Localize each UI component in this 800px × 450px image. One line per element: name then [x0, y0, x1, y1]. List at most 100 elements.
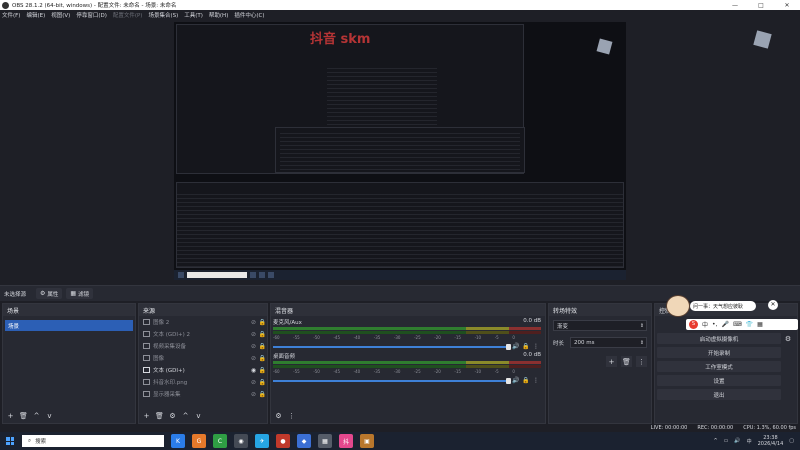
- menu-item[interactable]: 工具(T): [184, 11, 203, 19]
- source-item[interactable]: 文本 (GDI+) 2 ⊘ 🔒: [139, 328, 267, 340]
- lock-icon[interactable]: 🔒: [521, 343, 531, 350]
- preview-canvas[interactable]: 抖音 skm: [174, 22, 626, 280]
- transition-select[interactable]: 渐变 ⇕: [553, 320, 647, 331]
- source-item[interactable]: 图像 2 ⊘ 🔒: [139, 316, 267, 328]
- transition-properties-button[interactable]: ⋮: [636, 356, 647, 367]
- eye-off-icon[interactable]: ⊘: [249, 355, 258, 362]
- eye-off-icon[interactable]: ⊘: [249, 379, 258, 386]
- eye-icon[interactable]: ◉: [249, 367, 258, 374]
- volume-slider-handle[interactable]: [506, 343, 511, 350]
- source-properties-button[interactable]: ⚙: [167, 411, 178, 422]
- taskbar-clock[interactable]: 23:38 2026/4/14: [758, 435, 784, 447]
- close-icon[interactable]: ✕: [768, 300, 778, 310]
- taskbar-search-input[interactable]: ⌕ 搜索: [22, 435, 164, 447]
- taskbar-app-icon[interactable]: G: [192, 434, 206, 448]
- lock-icon[interactable]: 🔒: [521, 377, 531, 384]
- source-label: 图像 2: [153, 320, 170, 326]
- add-source-button[interactable]: +: [141, 411, 152, 422]
- eye-off-icon[interactable]: ⊘: [249, 331, 258, 338]
- taskbar-app-icon[interactable]: 抖: [339, 434, 353, 448]
- move-scene-down-button[interactable]: v: [44, 411, 55, 422]
- source-item[interactable]: 视频采集设备 ⊘ 🔒: [139, 340, 267, 352]
- taskbar-app-icon[interactable]: ✈: [255, 434, 269, 448]
- volume-icon[interactable]: 🔊: [734, 438, 740, 444]
- close-button[interactable]: ✕: [774, 2, 800, 9]
- add-transition-button[interactable]: +: [606, 356, 617, 367]
- menu-item[interactable]: 视图(V): [51, 11, 70, 19]
- remove-source-button[interactable]: 🗑: [154, 411, 165, 422]
- move-source-up-button[interactable]: ^: [180, 411, 191, 422]
- menu-item[interactable]: 配置文件(P): [113, 11, 143, 19]
- menu-item[interactable]: 停靠窗口(D): [76, 11, 107, 19]
- menu-item[interactable]: 插件中心(C): [234, 11, 264, 19]
- channel-menu-icon[interactable]: ⋮: [531, 377, 541, 384]
- advanced-audio-settings-icon[interactable]: ⚙: [273, 411, 284, 422]
- grid-menu-icon[interactable]: ▦: [757, 321, 763, 328]
- skin-icon[interactable]: 👕: [746, 321, 753, 328]
- menu-item[interactable]: 编辑(E): [26, 11, 45, 19]
- volume-slider[interactable]: [273, 343, 511, 350]
- notification-icon[interactable]: ▢: [789, 438, 794, 444]
- taskbar-app-icon[interactable]: C: [213, 434, 227, 448]
- lock-icon[interactable]: 🔒: [258, 331, 267, 338]
- taskbar-app-icon[interactable]: ▣: [360, 434, 374, 448]
- scene-item[interactable]: 场景: [5, 320, 133, 331]
- mixer-menu-icon[interactable]: ⋮: [286, 411, 297, 422]
- exit-button[interactable]: 退出: [657, 389, 781, 400]
- filters-button[interactable]: ▦ 滤镜: [66, 288, 94, 299]
- spinner-arrows-icon[interactable]: ⇕: [638, 340, 646, 346]
- lock-icon[interactable]: 🔒: [258, 319, 267, 326]
- lock-icon[interactable]: 🔒: [258, 355, 267, 362]
- speaker-icon[interactable]: 🔊: [511, 343, 521, 350]
- eye-off-icon[interactable]: ⊘: [249, 343, 258, 350]
- taskbar-app-icon[interactable]: ●: [276, 434, 290, 448]
- ime-chinese-mode-icon[interactable]: 中: [702, 320, 708, 329]
- lock-icon[interactable]: 🔒: [258, 367, 267, 374]
- microphone-icon[interactable]: 🎤: [721, 321, 728, 328]
- add-scene-button[interactable]: +: [5, 411, 16, 422]
- remove-scene-button[interactable]: 🗑: [18, 411, 29, 422]
- chevron-up-icon[interactable]: ^: [713, 438, 717, 444]
- search-placeholder: 搜索: [35, 439, 47, 445]
- menu-item[interactable]: 文件(F): [2, 11, 20, 19]
- network-icon[interactable]: ▭: [724, 438, 729, 444]
- move-scene-up-button[interactable]: ^: [31, 411, 42, 422]
- volume-slider[interactable]: [273, 377, 511, 384]
- move-source-down-button[interactable]: v: [193, 411, 204, 422]
- menu-item[interactable]: 帮助(H): [209, 11, 228, 19]
- lock-icon[interactable]: 🔒: [258, 343, 267, 350]
- source-item[interactable]: 抖音水印.png ⊘ 🔒: [139, 376, 267, 388]
- eye-off-icon[interactable]: ⊘: [249, 391, 258, 398]
- properties-button[interactable]: ⚙ 属性: [36, 288, 63, 299]
- keyboard-icon[interactable]: ⌨: [733, 321, 742, 328]
- source-item[interactable]: 图像 ⊘ 🔒: [139, 352, 267, 364]
- start-button[interactable]: [0, 432, 20, 450]
- studio-mode-button[interactable]: 工作室模式: [657, 361, 781, 372]
- taskbar-app-icon[interactable]: ▦: [318, 434, 332, 448]
- duration-input[interactable]: 200 ms ⇕: [570, 337, 647, 348]
- minimize-button[interactable]: —: [722, 2, 748, 9]
- channel-menu-icon[interactable]: ⋮: [531, 343, 541, 350]
- taskbar-app-icon[interactable]: ◆: [297, 434, 311, 448]
- lock-icon[interactable]: 🔒: [258, 379, 267, 386]
- taskbar-app-icon[interactable]: K: [171, 434, 185, 448]
- gear-icon[interactable]: ⚙: [783, 335, 793, 343]
- eye-off-icon[interactable]: ⊘: [249, 319, 258, 326]
- meter-tick-label: -25: [414, 369, 421, 374]
- ime-punctuation-icon[interactable]: •,: [712, 321, 717, 328]
- meter-tick-label: -45: [333, 335, 341, 340]
- source-label: 图像: [153, 356, 165, 362]
- lock-icon[interactable]: 🔒: [258, 391, 267, 398]
- start-recording-button[interactable]: 开始录制: [657, 347, 781, 358]
- settings-button[interactable]: 设置: [657, 375, 781, 386]
- menu-item[interactable]: 场景集合(S): [148, 11, 178, 19]
- ime-indicator-icon[interactable]: 中: [747, 438, 752, 445]
- source-item[interactable]: 文本 (GDI+) ◉ 🔒: [139, 364, 267, 376]
- source-item[interactable]: 显示器采集 ⊘ 🔒: [139, 388, 267, 400]
- taskbar-app-icon[interactable]: ◉: [234, 434, 248, 448]
- speaker-icon[interactable]: 🔊: [511, 377, 521, 384]
- remove-transition-button[interactable]: 🗑: [621, 356, 632, 367]
- maximize-button[interactable]: □: [748, 2, 774, 9]
- sogou-ime-icon[interactable]: S: [689, 320, 698, 329]
- volume-slider-handle[interactable]: [506, 377, 511, 384]
